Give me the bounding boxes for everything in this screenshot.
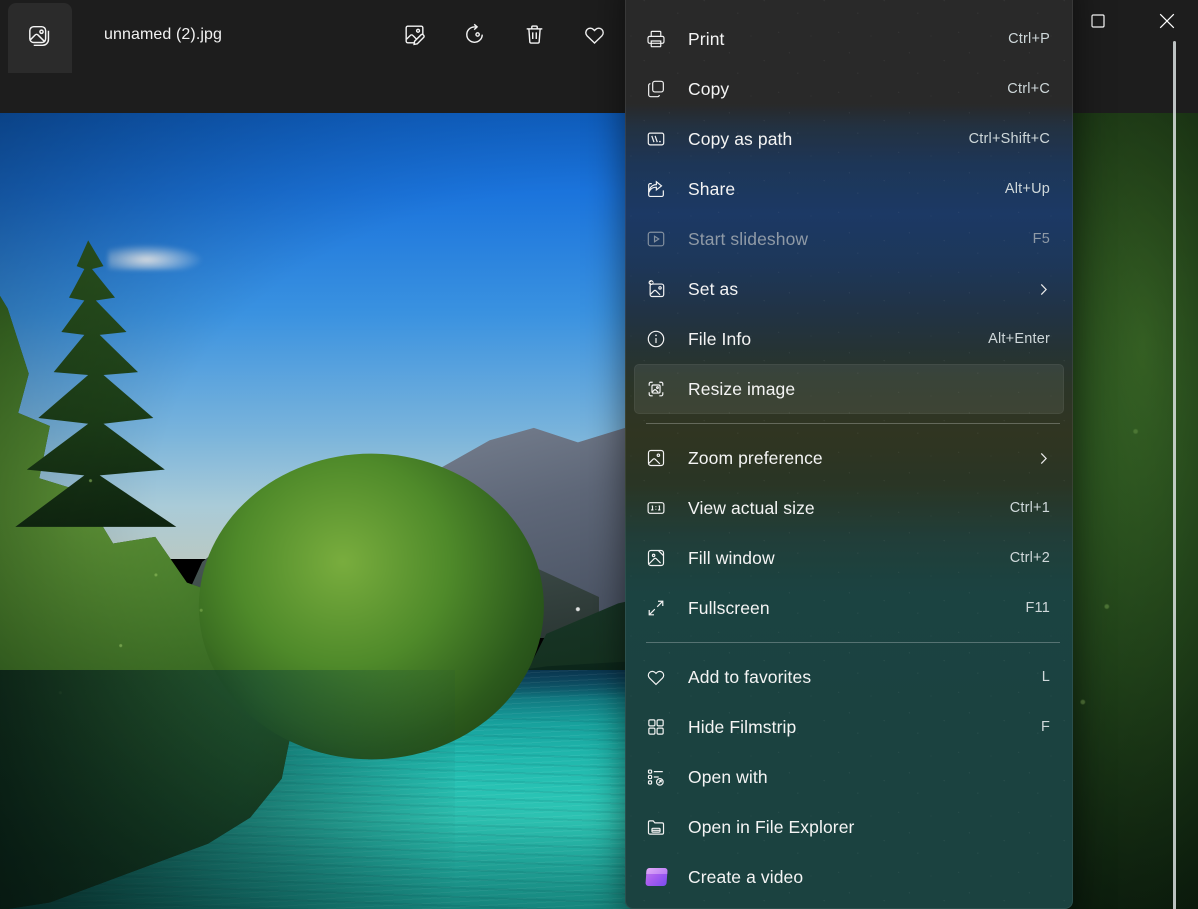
fill-window-icon	[634, 533, 678, 583]
menu-item-label: View actual size	[688, 497, 815, 518]
menu-item-label: Open with	[688, 766, 768, 787]
context-menu[interactable]: Save asCtrl+S Print Ctrl+P Copy Ctrl+C Copy a…	[625, 0, 1073, 909]
edit-image-button[interactable]	[394, 17, 434, 57]
menu-item-label: Create a video	[688, 866, 804, 887]
info-icon	[634, 314, 678, 364]
menu-item-label: Hide Filmstrip	[688, 716, 797, 737]
menu-item-label: Open in File Explorer	[688, 816, 855, 837]
menu-item-zoom-preference[interactable]: Zoom preference	[634, 433, 1064, 483]
folder-open-icon	[634, 802, 678, 852]
menu-item-accelerator: F5	[1032, 231, 1050, 247]
rotate-icon	[462, 22, 487, 52]
menu-item-accelerator: Ctrl+C	[1007, 81, 1050, 97]
scrollbar-thumb[interactable]	[1173, 41, 1176, 909]
save-as-icon	[634, 0, 678, 14]
menu-item-accelerator: Alt+Enter	[988, 331, 1050, 347]
menu-item-set-as[interactable]: Set as	[634, 264, 1064, 314]
menu-item-accelerator: Ctrl+1	[1009, 500, 1050, 516]
menu-item-hide-filmstrip[interactable]: Hide Filmstrip F	[634, 702, 1064, 752]
resize-image-icon	[634, 364, 678, 414]
menu-item-create-a-video[interactable]: Create a video	[634, 852, 1064, 902]
photos-stack-icon	[27, 23, 53, 54]
menu-item-accelerator: Ctrl+Shift+C	[968, 131, 1050, 147]
menu-item-copy-as-path[interactable]: Copy as path Ctrl+Shift+C	[634, 114, 1064, 164]
menu-item-copy[interactable]: Copy Ctrl+C	[634, 64, 1064, 114]
file-name-label: unnamed (2).jpg	[104, 26, 223, 43]
trash-icon	[522, 22, 547, 52]
fullscreen-icon	[634, 583, 678, 633]
rotate-button[interactable]	[454, 17, 494, 57]
copy-icon	[634, 64, 678, 114]
copy-as-path-icon	[634, 114, 678, 164]
menu-item-open-in-file-explorer[interactable]: Open in File Explorer	[634, 802, 1064, 852]
close-button[interactable]	[1144, 0, 1190, 46]
edit-image-icon	[402, 22, 427, 52]
close-icon	[1159, 13, 1175, 34]
tab-photo-active[interactable]	[8, 3, 72, 73]
menu-item-share[interactable]: Share Alt+Up	[634, 164, 1064, 214]
menu-item-label: Fullscreen	[688, 597, 770, 618]
context-menu-item-list: Save asCtrl+S Print Ctrl+P Copy Ctrl+C Copy a…	[625, 0, 1073, 902]
menu-item-label: Print	[688, 28, 725, 49]
menu-item-label: Set as	[688, 278, 739, 299]
clipchamp-icon	[634, 852, 678, 902]
menu-item-label: Zoom preference	[688, 447, 823, 468]
menu-item-accelerator: F	[1040, 719, 1050, 735]
maximize-icon	[1091, 13, 1105, 33]
menu-item-label: Add to favorites	[688, 666, 812, 687]
menu-item-fullscreen[interactable]: Fullscreen F11	[634, 583, 1064, 633]
menu-item-resize-image[interactable]: Resize image	[634, 364, 1064, 414]
menu-item-label: Copy	[688, 78, 730, 99]
menu-item-accelerator: Ctrl+P	[1008, 31, 1050, 47]
menu-item-file-info[interactable]: File Info Alt+Enter	[634, 314, 1064, 364]
menu-item-start-slideshow: Start slideshow F5	[634, 214, 1064, 264]
menu-item-label: Share	[688, 178, 736, 199]
slideshow-icon	[634, 214, 678, 264]
chevron-right-icon	[1037, 452, 1064, 465]
photos-app-window: unnamed (2).jpg Print Ctrl+P Copy Ctrl+C…	[0, 0, 1198, 909]
chevron-right-icon	[1037, 283, 1064, 296]
menu-item-fill-window[interactable]: Fill window Ctrl+2	[634, 533, 1064, 583]
filmstrip-icon	[634, 702, 678, 752]
set-as-icon	[634, 264, 678, 314]
heart-icon	[582, 22, 607, 52]
favorite-button[interactable]	[574, 17, 614, 57]
menu-item-add-to-favorites[interactable]: Add to favorites L	[634, 652, 1064, 702]
menu-item-accelerator: F11	[1025, 600, 1050, 616]
share-icon	[634, 164, 678, 214]
menu-item-open-with[interactable]: Open with	[634, 752, 1064, 802]
print-icon	[634, 14, 678, 64]
zoom-preference-icon	[634, 433, 678, 483]
open-with-icon	[634, 752, 678, 802]
menu-item-accelerator: Alt+Up	[1004, 181, 1050, 197]
heart-icon	[634, 652, 678, 702]
menu-item-accelerator: L	[1041, 669, 1050, 685]
menu-separator	[646, 642, 1060, 643]
context-menu-scrollbar[interactable]	[1173, 36, 1176, 909]
menu-item-label: Start slideshow	[688, 228, 809, 249]
actual-size-icon	[634, 483, 678, 533]
delete-button[interactable]	[514, 17, 554, 57]
menu-item-print[interactable]: Print Ctrl+P	[634, 14, 1064, 64]
menu-item-label: File Info	[688, 328, 752, 349]
menu-item-save-as[interactable]: Save asCtrl+S	[634, 0, 1064, 14]
menu-item-accelerator: Ctrl+2	[1009, 550, 1050, 566]
menu-item-label: Resize image	[688, 378, 796, 399]
menu-separator	[646, 423, 1060, 424]
menu-item-view-actual-size[interactable]: View actual size Ctrl+1	[634, 483, 1064, 533]
menu-item-label: Copy as path	[688, 128, 793, 149]
maximize-button[interactable]	[1075, 0, 1121, 46]
menu-item-label: Fill window	[688, 547, 775, 568]
